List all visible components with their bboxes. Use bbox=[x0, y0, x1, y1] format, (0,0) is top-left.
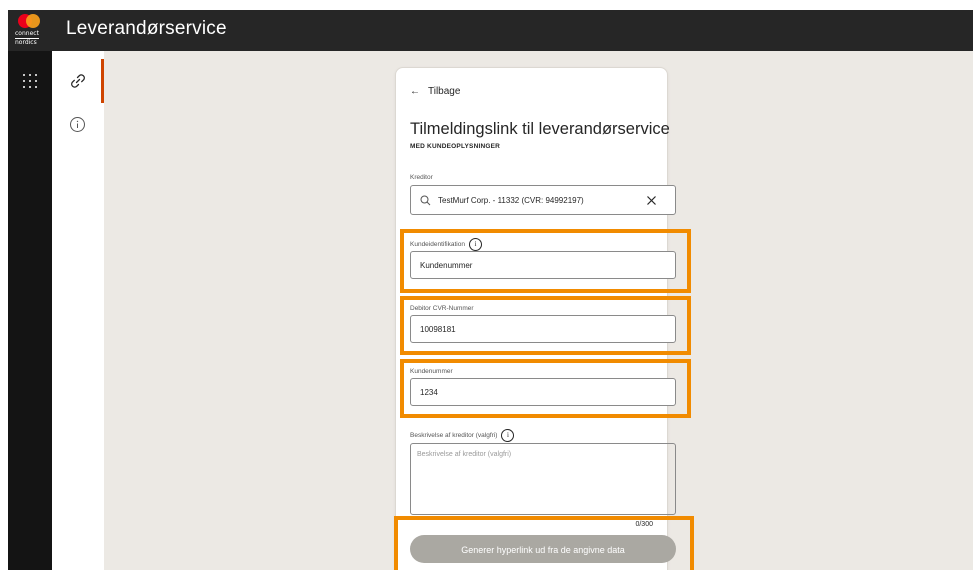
link-icon bbox=[71, 74, 85, 88]
app-title: Leverandørservice bbox=[66, 18, 227, 39]
customer-id-value: Kundenummer bbox=[420, 261, 473, 270]
card-title: Tilmeldingslink til leverandørservice bbox=[410, 120, 670, 138]
arrow-left-icon: ← bbox=[410, 86, 420, 97]
brand-wordmark: connect nordics bbox=[15, 30, 39, 46]
mastercard-circle-orange bbox=[26, 14, 40, 28]
description-label-text: Beskrivelse af kreditor (valgfri) bbox=[410, 432, 498, 440]
card-subtitle: MED KUNDEOPLYSNINGER bbox=[410, 143, 501, 150]
left-rail bbox=[8, 51, 52, 570]
app-frame: connect nordics Leverandørservice ← Tilb… bbox=[8, 10, 973, 570]
customer-number-value: 1234 bbox=[420, 388, 438, 397]
creditor-value: TestMurf Corp. - 11332 (CVR: 94992197) bbox=[438, 196, 584, 205]
debtor-cvr-value: 10098181 bbox=[420, 325, 456, 334]
creditor-search-field[interactable]: TestMurf Corp. - 11332 (CVR: 94992197) bbox=[410, 185, 676, 215]
description-label: Beskrivelse af kreditor (valgfri) i bbox=[410, 429, 515, 442]
brand-line1: connect bbox=[15, 30, 39, 39]
description-textarea[interactable]: Beskrivelse af kreditor (valgfri) bbox=[410, 443, 676, 515]
description-placeholder: Beskrivelse af kreditor (valgfri) bbox=[417, 451, 512, 458]
generate-hyperlink-button[interactable]: Generer hyperlink ud fra de angivne data bbox=[410, 535, 676, 563]
clear-icon[interactable] bbox=[646, 195, 657, 206]
customer-id-label: Kundeidentifikation i bbox=[410, 238, 482, 251]
creditor-label: Kreditor bbox=[410, 174, 433, 181]
back-link[interactable]: ← Tilbage bbox=[410, 86, 460, 97]
customer-number-label: Kundenummer bbox=[410, 368, 453, 375]
customer-number-input[interactable]: 1234 bbox=[410, 378, 676, 406]
active-indicator bbox=[101, 59, 104, 103]
customer-id-label-text: Kundeidentifikation bbox=[410, 241, 465, 249]
brand-logo[interactable]: connect nordics bbox=[8, 10, 52, 51]
app-grid-icon[interactable] bbox=[21, 72, 39, 90]
secondary-nav bbox=[52, 51, 104, 570]
signup-link-card: ← Tilbage Tilmeldingslink til leverandørs… bbox=[395, 67, 676, 570]
info-icon[interactable]: i bbox=[468, 238, 482, 251]
search-icon bbox=[420, 195, 431, 206]
brand-line2: nordics bbox=[15, 39, 37, 46]
nav-item-link[interactable] bbox=[52, 59, 104, 103]
character-counter: 0/300 bbox=[635, 521, 653, 528]
info-icon[interactable]: i bbox=[501, 429, 515, 442]
customer-id-select[interactable]: Kundenummer bbox=[410, 251, 676, 279]
debtor-cvr-label: Debitor CVR-Nummer bbox=[410, 305, 474, 312]
back-label: Tilbage bbox=[428, 86, 461, 97]
debtor-cvr-input[interactable]: 10098181 bbox=[410, 315, 676, 343]
info-icon[interactable] bbox=[68, 115, 87, 134]
top-bar: connect nordics Leverandørservice bbox=[8, 10, 973, 51]
